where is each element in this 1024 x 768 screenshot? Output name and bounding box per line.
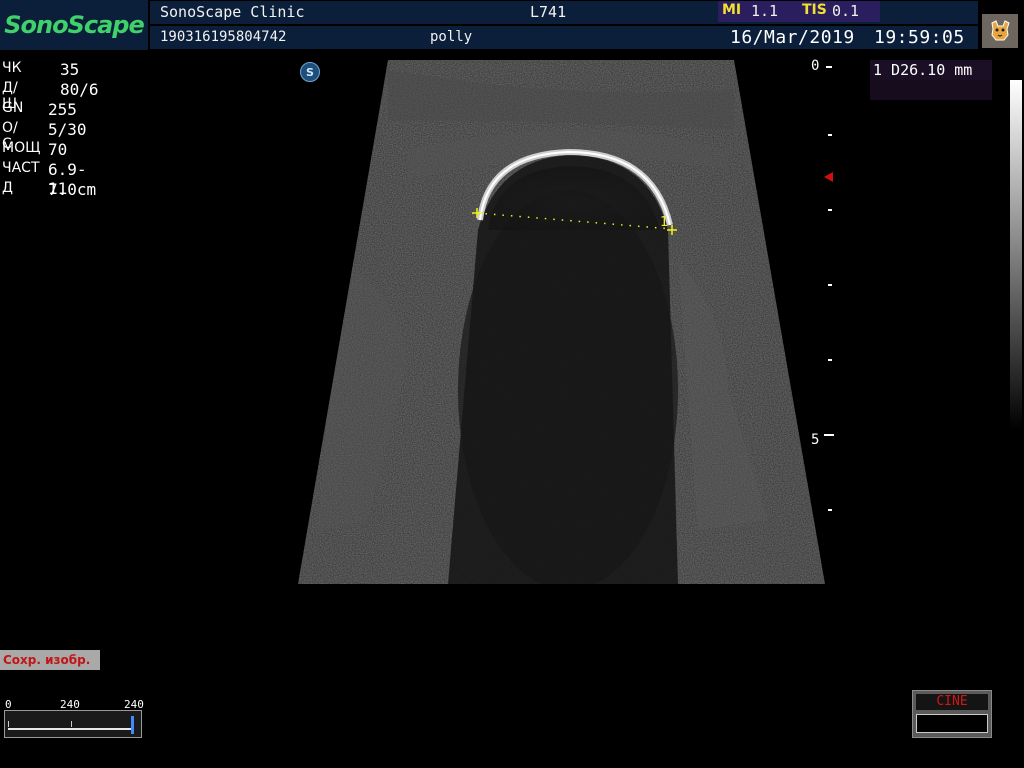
measurement-result: 1 D26.10 mm: [873, 61, 973, 79]
param-value: 70: [48, 140, 68, 159]
depth-tick: [826, 66, 832, 68]
save-image-button[interactable]: Сохр. изобр.: [0, 650, 100, 670]
focus-triangle-icon[interactable]: [824, 172, 833, 182]
tis-label: TIS: [802, 2, 827, 18]
slider-handle[interactable]: [131, 716, 134, 734]
param-label: МОЩ: [2, 140, 41, 156]
slider-tick: [8, 721, 9, 727]
cine-progress[interactable]: [916, 714, 988, 733]
exam-time: 19:59:05: [874, 27, 965, 48]
param-value: 35: [60, 60, 80, 79]
depth-tick: [828, 134, 832, 136]
depth-tick: [824, 434, 834, 436]
depth-tick: [828, 209, 832, 211]
param-label: Д: [2, 180, 13, 196]
depth-tick: [828, 509, 832, 511]
param-value: 255: [48, 100, 77, 119]
measurement-box-empty: [870, 80, 992, 100]
gain-slider[interactable]: [4, 710, 142, 738]
patient-name: polly: [430, 29, 473, 45]
caliper-number: 1: [660, 215, 668, 230]
depth-label-top: 0: [811, 58, 820, 74]
param-label: ЧК: [2, 60, 22, 76]
depth-tick: [828, 284, 832, 286]
slider-track: [8, 728, 134, 730]
ultrasound-image[interactable]: 1: [298, 60, 825, 584]
depth-label-mid: 5: [811, 432, 820, 448]
mi-value: 1.1: [751, 2, 779, 20]
depth-tick: [828, 359, 832, 361]
cine-label: CINE: [916, 694, 988, 710]
mi-label: MI: [722, 2, 742, 18]
tis-value: 0.1: [832, 2, 860, 20]
param-label: ЧАСТ: [2, 160, 40, 176]
slider-tick: [71, 721, 72, 727]
clinic-name: SonoScape Clinic: [160, 3, 305, 21]
param-value: 80/6: [60, 80, 99, 99]
patient-id: 190316195804742: [160, 29, 287, 45]
logo-box: SonoScape: [0, 0, 148, 50]
dog-icon[interactable]: [982, 14, 1018, 48]
grayscale-bar: [1010, 80, 1022, 430]
probe-name: L741: [530, 3, 567, 21]
exam-date: 16/Mar/2019: [730, 27, 855, 48]
param-value: 5/30: [48, 120, 87, 139]
brand-logo: SonoScape: [4, 11, 145, 39]
param-label: GN: [2, 100, 24, 116]
sonoscape-s-icon: S: [300, 62, 320, 82]
param-value: 7.0cm: [48, 180, 97, 199]
